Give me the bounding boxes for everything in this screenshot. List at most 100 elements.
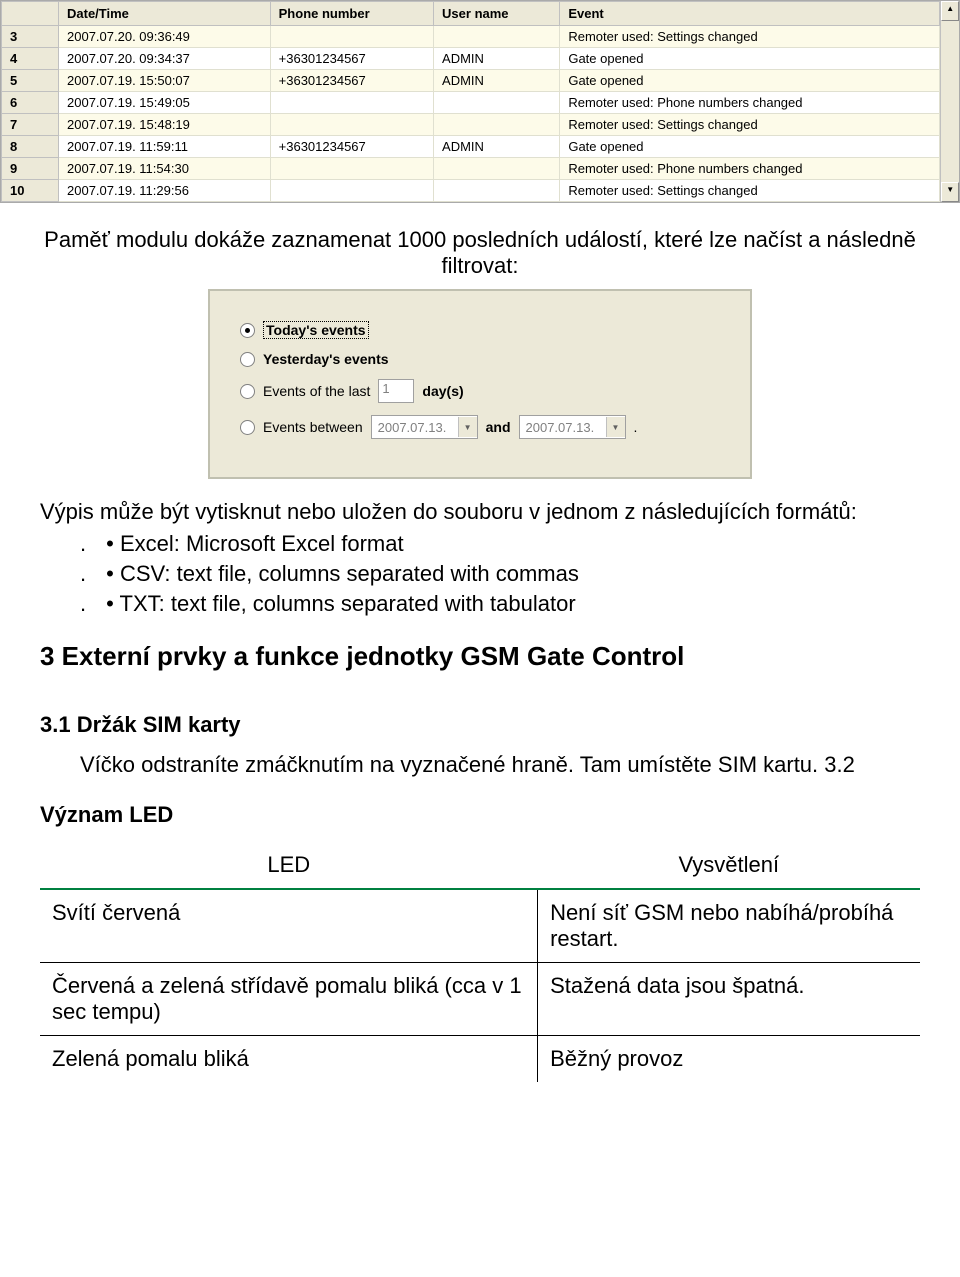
- radio-between-dates[interactable]: Events between 2007.07.13. ▼ and 2007.07…: [240, 415, 730, 439]
- format-item: .• CSV: text file, columns separated wit…: [80, 561, 920, 587]
- cell-phone: +36301234567: [270, 136, 433, 158]
- radio-icon: [240, 352, 255, 367]
- radio-yesterday[interactable]: Yesterday's events: [240, 351, 730, 367]
- cell-rownum: 4: [2, 48, 59, 70]
- cell-user: [434, 26, 560, 48]
- radio-yesterday-label: Yesterday's events: [263, 351, 389, 367]
- table-row: Zelená pomalu blikáBěžný provoz: [40, 1036, 920, 1083]
- cell-rownum: 10: [2, 180, 59, 202]
- cell-datetime: 2007.07.19. 11:29:56: [59, 180, 271, 202]
- event-log-table: Date/Time Phone number User name Event 3…: [1, 1, 940, 202]
- date-to-combo[interactable]: 2007.07.13. ▼: [519, 415, 626, 439]
- cell-phone: [270, 92, 433, 114]
- table-row[interactable]: 102007.07.19. 11:29:56 Remoter used: Sett…: [2, 180, 940, 202]
- cell-user: ADMIN: [434, 70, 560, 92]
- led-cell-state: Svítí červená: [40, 889, 538, 963]
- cell-datetime: 2007.07.19. 15:48:19: [59, 114, 271, 136]
- format-list: .• Excel: Microsoft Excel format .• CSV:…: [40, 531, 920, 617]
- table-row[interactable]: 62007.07.19. 15:49:05 Remoter used: Phone…: [2, 92, 940, 114]
- cell-rownum: 5: [2, 70, 59, 92]
- table-row[interactable]: 52007.07.19. 15:50:07+36301234567ADMINGa…: [2, 70, 940, 92]
- cell-event: Gate opened: [560, 48, 940, 70]
- section-32-heading: Význam LED: [40, 802, 920, 828]
- cell-rownum: 8: [2, 136, 59, 158]
- radio-icon: [240, 323, 255, 338]
- cell-datetime: 2007.07.19. 11:59:11: [59, 136, 271, 158]
- cell-event: Remoter used: Settings changed: [560, 114, 940, 136]
- section-31-text: Víčko odstraníte zmáčknutím na vyznačené…: [80, 752, 920, 778]
- radio-between-prefix: Events between: [263, 419, 363, 435]
- radio-days-suffix: day(s): [422, 383, 463, 399]
- cell-event: Gate opened: [560, 70, 940, 92]
- cell-user: ADMIN: [434, 48, 560, 70]
- days-input[interactable]: 1: [378, 379, 414, 403]
- cell-user: [434, 92, 560, 114]
- cell-phone: [270, 180, 433, 202]
- cell-user: [434, 180, 560, 202]
- cell-user: [434, 114, 560, 136]
- date-to-value: 2007.07.13.: [520, 419, 606, 436]
- format-item: .• TXT: text file, columns separated wit…: [80, 591, 920, 617]
- radio-today[interactable]: Today's events: [240, 321, 730, 339]
- cell-event: Remoter used: Settings changed: [560, 180, 940, 202]
- table-row[interactable]: 72007.07.19. 15:48:19 Remoter used: Setti…: [2, 114, 940, 136]
- table-row: Červená a zelená střídavě pomalu bliká (…: [40, 963, 920, 1036]
- scroll-down-button[interactable]: ▼: [941, 182, 959, 202]
- date-from-value: 2007.07.13.: [372, 419, 458, 436]
- cell-phone: [270, 26, 433, 48]
- cell-rownum: 3: [2, 26, 59, 48]
- cell-phone: [270, 158, 433, 180]
- scrollbar-vertical[interactable]: ▲ ▼: [940, 1, 959, 202]
- scroll-up-button[interactable]: ▲: [941, 1, 959, 21]
- cell-event: Gate opened: [560, 136, 940, 158]
- col-user[interactable]: User name: [434, 2, 560, 26]
- cell-datetime: 2007.07.20. 09:36:49: [59, 26, 271, 48]
- table-row[interactable]: 42007.07.20. 09:34:37+36301234567ADMINGa…: [2, 48, 940, 70]
- radio-last-prefix: Events of the last: [263, 383, 370, 399]
- cell-rownum: 7: [2, 114, 59, 136]
- cell-datetime: 2007.07.19. 15:49:05: [59, 92, 271, 114]
- cell-event: Remoter used: Phone numbers changed: [560, 158, 940, 180]
- memory-paragraph: Paměť modulu dokáže zaznamenat 1000 posl…: [40, 227, 920, 279]
- led-cell-state: Zelená pomalu bliká: [40, 1036, 538, 1083]
- cell-phone: [270, 114, 433, 136]
- led-cell-explain: Není síť GSM nebo nabíhá/probíhá restart…: [538, 889, 920, 963]
- cell-rownum: 6: [2, 92, 59, 114]
- cell-user: [434, 158, 560, 180]
- cell-datetime: 2007.07.19. 11:54:30: [59, 158, 271, 180]
- cell-phone: +36301234567: [270, 70, 433, 92]
- date-from-combo[interactable]: 2007.07.13. ▼: [371, 415, 478, 439]
- led-cell-explain: Běžný provoz: [538, 1036, 920, 1083]
- led-col-explain: Vysvětlení: [538, 842, 920, 889]
- radio-last-n-days[interactable]: Events of the last 1 day(s): [240, 379, 730, 403]
- section-31-heading: 3.1 Držák SIM karty: [40, 712, 920, 738]
- section-3-heading: 3 Externí prvky a funkce jednotky GSM Ga…: [40, 641, 920, 672]
- cell-phone: +36301234567: [270, 48, 433, 70]
- col-phone[interactable]: Phone number: [270, 2, 433, 26]
- led-col-led: LED: [40, 842, 538, 889]
- table-row[interactable]: 32007.07.20. 09:36:49 Remoter used: Setti…: [2, 26, 940, 48]
- table-row[interactable]: 82007.07.19. 11:59:11+36301234567ADMINGa…: [2, 136, 940, 158]
- trailing-dot: .: [634, 419, 638, 435]
- table-row[interactable]: 92007.07.19. 11:54:30 Remoter used: Phone…: [2, 158, 940, 180]
- cell-rownum: 9: [2, 158, 59, 180]
- col-datetime[interactable]: Date/Time: [59, 2, 271, 26]
- and-label: and: [486, 419, 511, 435]
- cell-event: Remoter used: Phone numbers changed: [560, 92, 940, 114]
- led-cell-state: Červená a zelená střídavě pomalu bliká (…: [40, 963, 538, 1036]
- led-cell-explain: Stažená data jsou špatná.: [538, 963, 920, 1036]
- col-event[interactable]: Event: [560, 2, 940, 26]
- chevron-down-icon[interactable]: ▼: [606, 417, 625, 437]
- table-row: Svítí červenáNení síť GSM nebo nabíhá/pr…: [40, 889, 920, 963]
- cell-datetime: 2007.07.19. 15:50:07: [59, 70, 271, 92]
- radio-today-label: Today's events: [263, 321, 369, 339]
- cell-datetime: 2007.07.20. 09:34:37: [59, 48, 271, 70]
- export-paragraph: Výpis může být vytisknut nebo uložen do …: [40, 499, 920, 525]
- format-item: .• Excel: Microsoft Excel format: [80, 531, 920, 557]
- cell-event: Remoter used: Settings changed: [560, 26, 940, 48]
- event-log-panel: Date/Time Phone number User name Event 3…: [0, 0, 960, 203]
- col-rownum[interactable]: [2, 2, 59, 26]
- chevron-down-icon[interactable]: ▼: [458, 417, 477, 437]
- led-table: LED Vysvětlení Svítí červenáNení síť GSM…: [40, 842, 920, 1082]
- cell-user: ADMIN: [434, 136, 560, 158]
